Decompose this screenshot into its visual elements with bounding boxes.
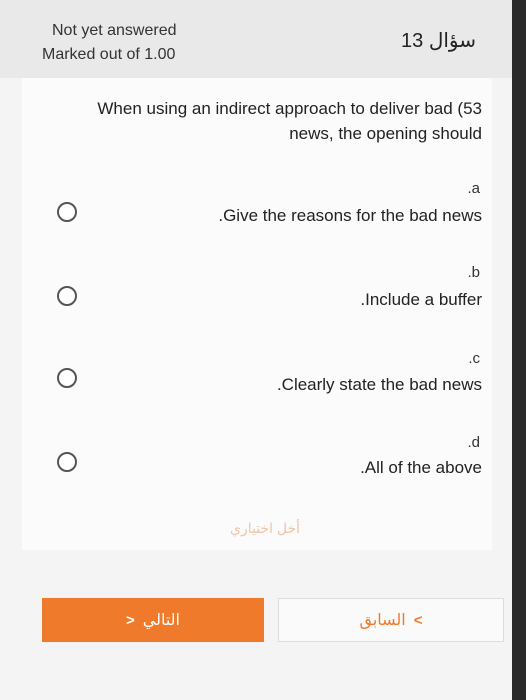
previous-button[interactable]: > السابق — [278, 598, 504, 642]
chevron-left-icon: < — [126, 611, 135, 629]
option-c[interactable]: .c .Clearly state the bad news — [0, 348, 512, 408]
option-b-text[interactable]: .Include a buffer — [360, 290, 482, 310]
quiz-screen: Not yet answered Marked out of 1.00 سؤال… — [0, 0, 512, 700]
option-a-letter: .a — [467, 180, 480, 197]
option-a-text[interactable]: .Give the reasons for the bad news — [218, 206, 482, 226]
option-b-letter: .b — [467, 264, 480, 281]
option-d-radio[interactable] — [57, 452, 77, 472]
answer-status: Not yet answered — [52, 22, 177, 39]
option-c-radio[interactable] — [57, 368, 77, 388]
option-c-text[interactable]: .Clearly state the bad news — [277, 375, 482, 395]
question-text: When using an indirect approach to deliv… — [97, 99, 482, 143]
option-d-letter: .d — [467, 434, 480, 451]
option-b-radio[interactable] — [57, 286, 77, 306]
clear-choice-link[interactable]: أخل اختياري — [230, 520, 300, 537]
option-d-text[interactable]: .All of the above — [360, 458, 482, 478]
option-b[interactable]: .b .Include a buffer — [0, 264, 512, 324]
question-info-header: Not yet answered Marked out of 1.00 سؤال… — [0, 0, 512, 78]
option-d[interactable]: .d .All of the above — [0, 432, 512, 492]
option-a-radio[interactable] — [57, 202, 77, 222]
next-button[interactable]: التالي < — [42, 598, 264, 642]
next-button-label: التالي — [142, 612, 180, 629]
option-a[interactable]: .a .Give the reasons for the bad news — [0, 180, 512, 240]
question-number: سؤال 13 — [401, 30, 476, 52]
question-marks: Marked out of 1.00 — [42, 46, 176, 63]
previous-button-label: السابق — [359, 612, 406, 629]
chevron-right-icon: > — [413, 611, 423, 629]
option-c-letter: .c — [468, 350, 480, 367]
